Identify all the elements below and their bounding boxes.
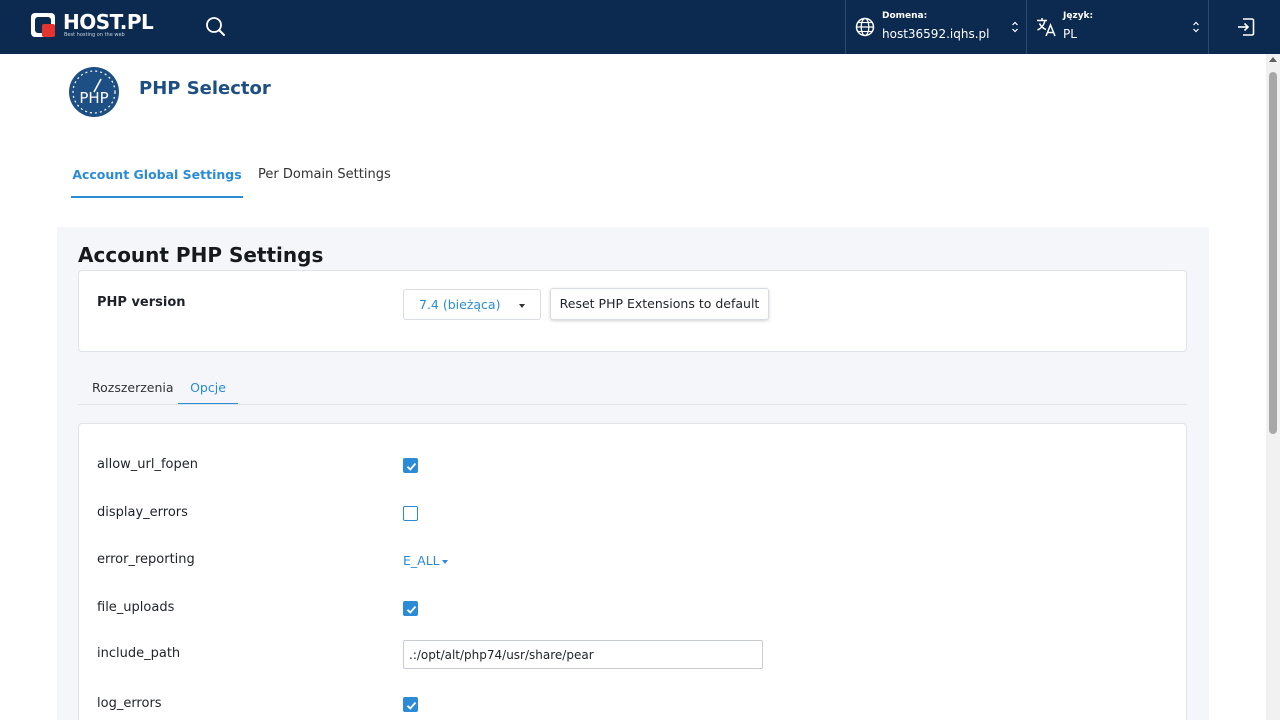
error-reporting-dropdown[interactable]: E_ALL (403, 553, 448, 568)
option-label: allow_url_fopen (97, 457, 198, 472)
domain-value: host36592.iqhs.pl (882, 27, 990, 41)
sub-tabs-divider (78, 404, 1187, 405)
php-version-select[interactable]: 7.4 (bieżąca) (403, 289, 541, 320)
option-label: file_uploads (97, 600, 175, 615)
chevron-up-down-icon (1193, 21, 1199, 33)
page-title: PHP Selector (139, 78, 271, 99)
option-label: log_errors (97, 696, 162, 711)
globe-icon (855, 17, 875, 37)
page-scrollbar[interactable] (1266, 54, 1280, 720)
tab-per-domain-settings[interactable]: Per Domain Settings (258, 167, 391, 182)
php-version-value: 7.4 (bieżąca) (419, 297, 501, 312)
search-button[interactable] (203, 14, 229, 40)
error-reporting-value: E_ALL (403, 553, 440, 568)
php-version-label: PHP version (97, 295, 186, 310)
logout-button[interactable] (1208, 0, 1280, 54)
top-bar: HOST.PL Best hosting on the web Domena: … (0, 0, 1280, 54)
host-logo[interactable]: HOST.PL Best hosting on the web (30, 10, 170, 41)
language-value: PL (1063, 27, 1077, 41)
checkmark-icon (406, 462, 417, 471)
domain-selector[interactable]: Domena: host36592.iqhs.pl (845, 0, 1027, 54)
allow-url-fopen-checkbox[interactable] (403, 458, 418, 473)
include-path-input[interactable] (403, 640, 763, 669)
brand-tagline: Best hosting on the web (64, 32, 125, 38)
search-icon (206, 17, 225, 36)
tab-account-global-settings[interactable]: Account Global Settings (71, 167, 243, 198)
option-label: display_errors (97, 505, 188, 520)
php-selector-logo: PHP (69, 67, 119, 117)
options-card (78, 423, 1187, 720)
checkmark-icon (406, 701, 417, 710)
option-label: error_reporting (97, 552, 195, 567)
scroll-thumb[interactable] (1269, 72, 1277, 434)
display-errors-checkbox[interactable] (403, 506, 418, 521)
translate-icon (1037, 18, 1056, 37)
tab-opcje[interactable]: Opcje (178, 380, 238, 405)
checkmark-icon (406, 605, 417, 614)
language-selector[interactable]: Język: PL (1026, 0, 1208, 54)
logout-icon (1238, 18, 1255, 36)
reset-extensions-button[interactable]: Reset PHP Extensions to default (550, 288, 769, 320)
domain-label: Domena: (882, 11, 928, 21)
brand-name: HOST.PL (63, 10, 154, 34)
php-logo-text: PHP (79, 89, 108, 107)
host-logo-mark-icon (31, 13, 55, 37)
caret-down-icon (519, 304, 525, 308)
chevron-up-down-icon (1012, 21, 1018, 33)
tab-rozszerzenia[interactable]: Rozszerzenia (92, 380, 174, 395)
scroll-up-arrow-icon[interactable] (1269, 57, 1277, 62)
caret-down-icon (441, 559, 448, 564)
section-title: Account PHP Settings (78, 243, 324, 267)
option-label: include_path (97, 646, 181, 661)
file-uploads-checkbox[interactable] (403, 601, 418, 616)
language-label: Język: (1063, 11, 1094, 21)
log-errors-checkbox[interactable] (403, 697, 418, 712)
